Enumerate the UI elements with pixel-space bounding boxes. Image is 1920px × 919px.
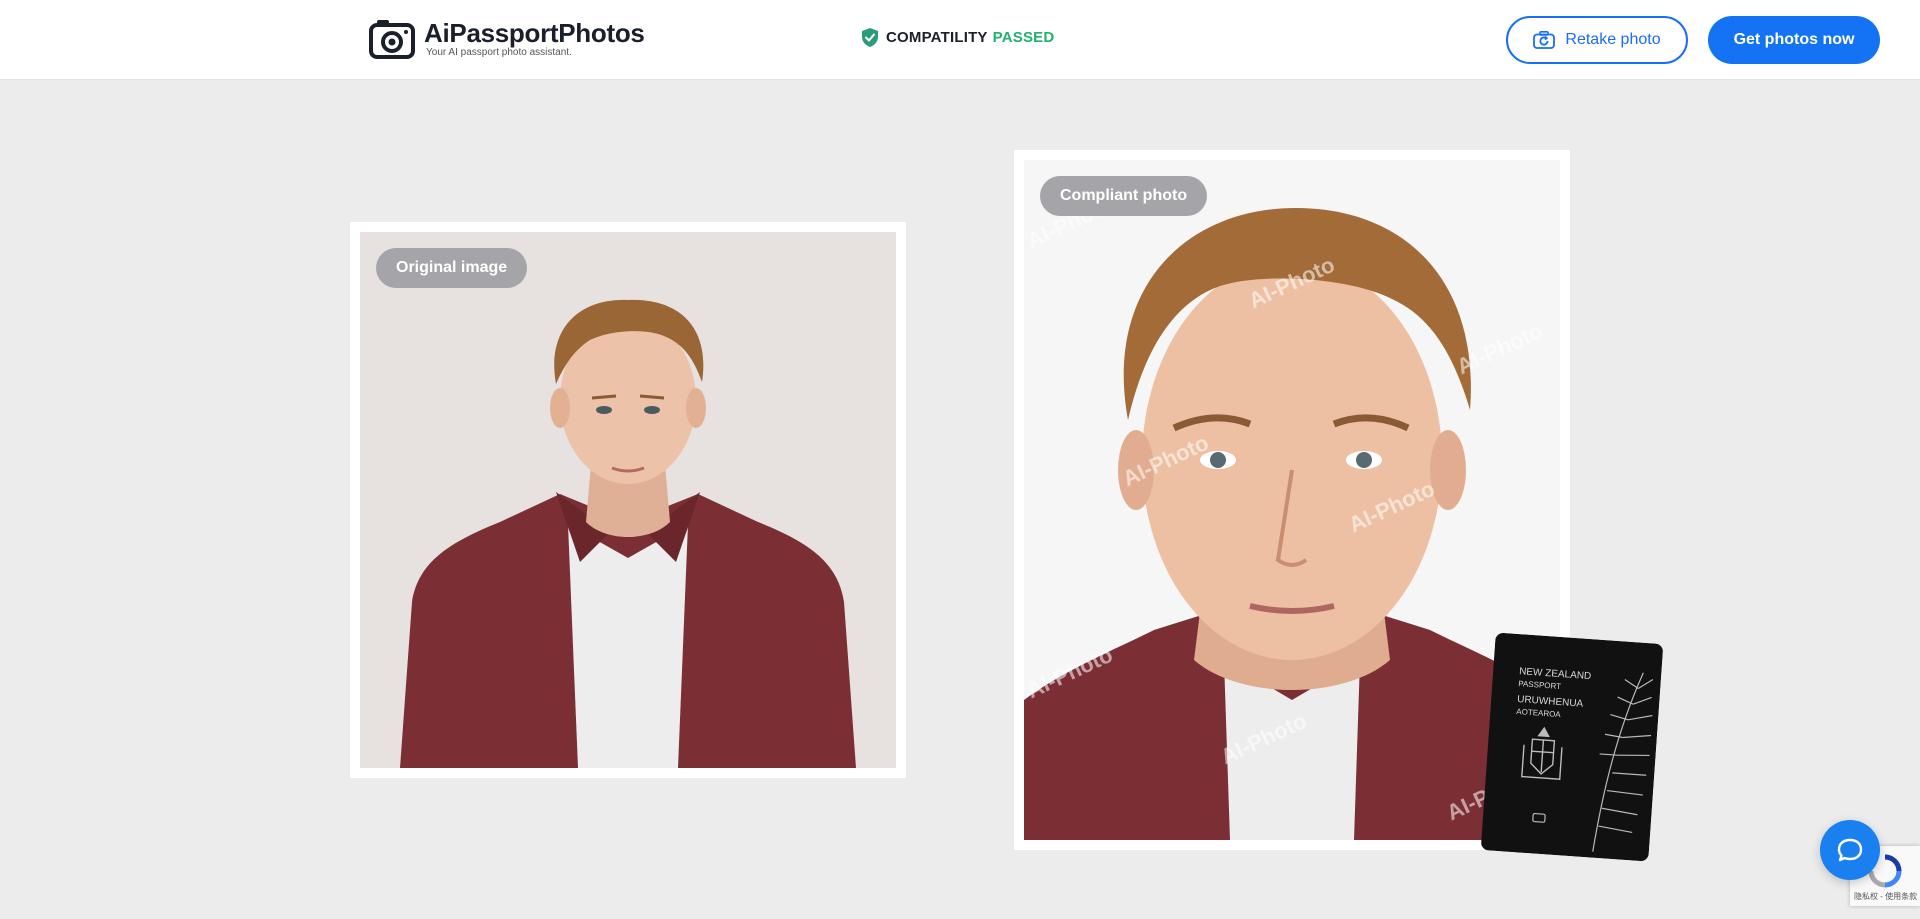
retake-photo-button[interactable]: Retake photo <box>1506 16 1688 64</box>
original-image-card: Original image <box>350 222 906 778</box>
original-image-badge: Original image <box>376 248 528 288</box>
original-portrait-image <box>400 299 856 768</box>
camera-retake-icon <box>1533 31 1556 49</box>
compliant-photo-badge: Compliant photo <box>1040 176 1208 216</box>
shield-check-icon <box>862 28 878 47</box>
compatibility-passed: PASSED <box>992 29 1055 46</box>
brand-title: AiPassportPhotos <box>424 18 645 48</box>
chat-button[interactable] <box>1820 820 1880 880</box>
get-photos-label: Get photos now <box>1733 31 1855 48</box>
original-photo: Original image <box>360 232 896 768</box>
top-header: AiPassportPhotos Your AI passport photo … <box>0 0 1920 80</box>
recaptcha-text: 隐私权 - 使用条款 <box>1854 892 1918 901</box>
compatibility-status: COMPATILITY PASSED <box>862 28 1054 47</box>
compliant-photo: Compliant photo AI-Photo AI-Photo AI-Pho… <box>1024 160 1560 840</box>
brand-subtitle: Your AI passport photo assistant. <box>426 47 572 58</box>
compliant-photo-card: Compliant photo AI-Photo AI-Photo AI-Pho… <box>1014 150 1570 850</box>
camera-logo-icon <box>369 20 415 59</box>
new-zealand-passport-image: NEW ZEALAND PASSPORT URUWHENUA AOTEAROA <box>1481 632 1663 862</box>
retake-photo-label: Retake photo <box>1565 31 1661 48</box>
get-photos-button[interactable]: Get photos now <box>1708 16 1880 64</box>
compatibility-label: COMPATILITY <box>886 29 988 46</box>
chat-bubble-icon <box>1837 838 1863 862</box>
brand-logo[interactable]: AiPassportPhotos Your AI passport photo … <box>368 18 645 60</box>
